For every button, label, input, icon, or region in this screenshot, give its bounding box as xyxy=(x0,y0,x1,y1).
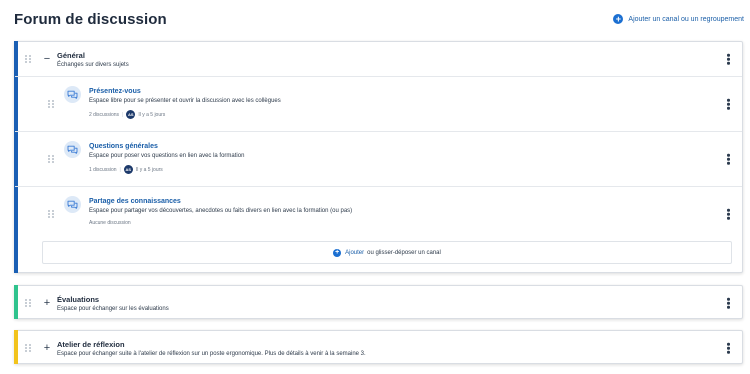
page-header: Forum de discussion + Ajouter un canal o… xyxy=(14,9,744,29)
channel-item[interactable]: Partage des connaissances Espace pour pa… xyxy=(15,186,742,241)
drag-handle-icon[interactable] xyxy=(48,100,54,108)
more-options-icon[interactable] xyxy=(727,153,730,165)
group-header: + Évaluations Espace pour échanger sur l… xyxy=(15,286,742,320)
group-description: Espace pour échanger suite à l'atelier d… xyxy=(57,350,366,357)
group-general: − Général Échanges sur divers sujets Pré… xyxy=(14,41,743,273)
group-header: − Général Échanges sur divers sujets xyxy=(15,42,742,76)
page-title: Forum de discussion xyxy=(14,10,167,28)
group-title: Atelier de réflexion xyxy=(57,339,125,349)
discussion-count: 2 discussions xyxy=(89,111,120,118)
channel-title[interactable]: Partage des connaissances xyxy=(89,198,352,205)
drag-handle-icon[interactable] xyxy=(25,299,31,307)
add-channel-link[interactable]: Ajouter xyxy=(345,250,364,256)
channel-title[interactable]: Présentez-vous xyxy=(89,88,281,95)
collapse-toggle[interactable]: − xyxy=(40,53,54,65)
add-channel-or-group-label: Ajouter un canal ou un regroupement xyxy=(628,15,744,23)
group-title: Général xyxy=(57,50,85,60)
drag-handle-icon[interactable] xyxy=(25,344,31,352)
expand-toggle[interactable]: + xyxy=(40,297,54,309)
channel-drop-zone[interactable]: + Ajouter ou glisser-déposer un canal xyxy=(42,241,732,264)
chat-bubbles-icon xyxy=(64,196,81,213)
channel-description: Espace pour partager vos découvertes, an… xyxy=(89,208,353,214)
discussion-count: Aucune discussion xyxy=(89,220,131,226)
channel-meta: 1 discussion | AS Il y a 5 jours xyxy=(89,165,163,174)
channel-item[interactable]: Présentez-vous Espace libre pour se prés… xyxy=(15,76,742,131)
expand-toggle[interactable]: + xyxy=(40,342,54,354)
drag-handle-icon[interactable] xyxy=(25,55,31,63)
drag-handle-icon[interactable] xyxy=(48,210,54,218)
last-activity: Il y a 5 jours xyxy=(135,166,163,173)
avatar: AS xyxy=(123,165,133,174)
group-description: Espace pour échanger sur les évaluations xyxy=(57,305,169,312)
group-header: + Atelier de réflexion Espace pour échan… xyxy=(15,331,742,365)
group-title: Évaluations xyxy=(57,294,100,304)
chat-bubbles-icon xyxy=(64,86,81,103)
group-evaluations: + Évaluations Espace pour échanger sur l… xyxy=(14,285,743,319)
avatar: AS xyxy=(126,110,136,119)
more-options-icon[interactable] xyxy=(727,342,730,354)
plus-circle-icon: + xyxy=(613,14,624,24)
channel-meta: Aucune discussion xyxy=(89,220,352,226)
chat-bubbles-icon xyxy=(64,141,81,158)
more-options-icon[interactable] xyxy=(727,297,730,309)
channel-description: Espace libre pour se présenter et ouvrir… xyxy=(89,98,281,104)
drop-zone-text: ou glisser-déposer un canal xyxy=(367,249,441,256)
channel-item[interactable]: Questions générales Espace pour poser vo… xyxy=(15,131,742,186)
channel-title[interactable]: Questions générales xyxy=(89,143,244,150)
drag-handle-icon[interactable] xyxy=(48,155,54,163)
channel-description: Espace pour poser vos questions en lien … xyxy=(89,153,245,159)
more-options-icon[interactable] xyxy=(727,208,730,220)
discussion-count: 1 discussion xyxy=(89,166,117,173)
plus-circle-icon: + xyxy=(333,248,342,257)
group-description: Échanges sur divers sujets xyxy=(57,61,129,68)
group-atelier-reflexion: + Atelier de réflexion Espace pour échan… xyxy=(14,330,743,364)
channel-meta: 2 discussions | AS Il y a 5 jours xyxy=(89,110,166,119)
more-options-icon[interactable] xyxy=(727,53,730,65)
more-options-icon[interactable] xyxy=(727,98,730,110)
add-channel-or-group-button[interactable]: + Ajouter un canal ou un regroupement xyxy=(613,14,744,24)
last-activity: Il y a 5 jours xyxy=(138,111,166,118)
